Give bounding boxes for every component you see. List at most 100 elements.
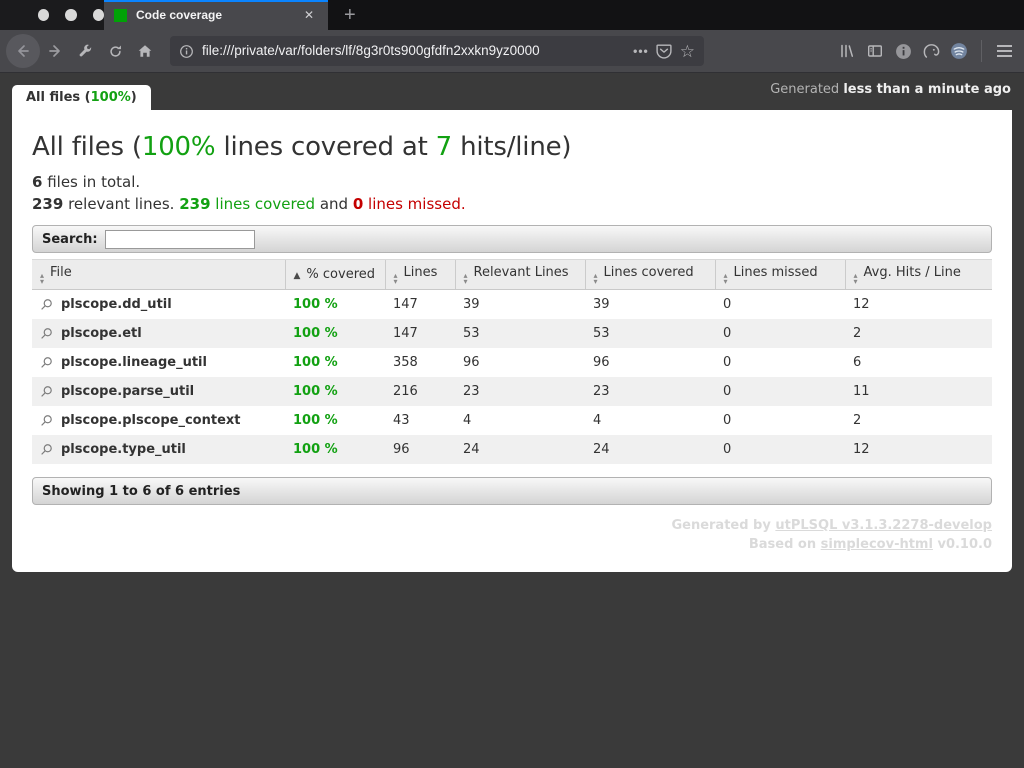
back-button[interactable] [6, 34, 40, 68]
col-header-relevant-lines[interactable]: ▴▾Relevant Lines [455, 260, 585, 290]
page-actions-icon[interactable]: ••• [633, 44, 649, 58]
lines-cell: 147 [385, 319, 455, 348]
traffic-light[interactable] [65, 9, 76, 21]
new-tab-button[interactable]: + [344, 5, 356, 25]
sort-icon: ▴▾ [594, 273, 598, 284]
magnifier-icon [40, 414, 53, 427]
bookmark-star-icon[interactable]: ☆ [680, 43, 695, 60]
col-header-lines-covered[interactable]: ▴▾Lines covered [585, 260, 715, 290]
sidebar-button[interactable] [861, 37, 889, 65]
summary-stats: 6 files in total. 239 relevant lines. 23… [32, 172, 992, 215]
avg-hits-cell: 2 [845, 319, 992, 348]
covered-pct-cell: 100 % [285, 319, 385, 348]
col-header-lines[interactable]: ▴▾Lines [385, 260, 455, 290]
lines-cell: 147 [385, 290, 455, 320]
col-header-lines-missed[interactable]: ▴▾Lines missed [715, 260, 845, 290]
relevant-lines-cell: 23 [455, 377, 585, 406]
browser-tab-active[interactable]: Code coverage ✕ [104, 0, 328, 30]
sort-icon: ▴▾ [724, 273, 728, 284]
showing-entries-bar: Showing 1 to 6 of 6 entries [32, 477, 992, 505]
lines-covered-cell: 24 [585, 435, 715, 464]
home-icon [137, 43, 153, 59]
traffic-light[interactable] [38, 9, 49, 21]
url-text: file:///private/var/folders/lf/8g3r0ts90… [202, 43, 540, 58]
search-input[interactable] [105, 230, 255, 249]
files-total-line: 6 files in total. [32, 172, 992, 194]
info-circle-icon [895, 43, 912, 60]
generated-timestamp: Generated less than a minute ago [770, 82, 1011, 97]
sort-asc-icon: ▲ [294, 271, 301, 281]
forward-arrow-icon [47, 43, 63, 59]
search-bar: Search: [32, 225, 992, 253]
page-title: All files (100% lines covered at 7 hits/… [32, 132, 992, 162]
reload-button[interactable] [100, 36, 130, 66]
traffic-light[interactable] [93, 9, 104, 21]
all-files-tab[interactable]: All files (100%) [12, 85, 151, 110]
avg-hits-cell: 11 [845, 377, 992, 406]
simplecov-link[interactable]: simplecov-html [821, 537, 933, 552]
magnifier-icon [40, 327, 53, 340]
showing-entries-text: Showing 1 to 6 of 6 entries [42, 484, 240, 499]
file-link: plscope.etl [40, 326, 277, 341]
wrench-icon [78, 44, 93, 59]
tools-button[interactable] [70, 36, 100, 66]
library-button[interactable] [833, 37, 861, 65]
lines-covered-cell: 53 [585, 319, 715, 348]
relevant-lines-cell: 96 [455, 348, 585, 377]
file-link: plscope.parse_util [40, 384, 277, 399]
site-info-icon[interactable] [179, 44, 194, 59]
reload-icon [108, 44, 123, 59]
sort-icon: ▴▾ [854, 273, 858, 284]
url-fade [584, 42, 626, 60]
covered-pct-cell: 100 % [285, 435, 385, 464]
table-row: plscope.lineage_util 100 % 358 96 96 0 6 [32, 348, 992, 377]
tab-close-icon[interactable]: ✕ [300, 6, 318, 24]
browser-window: Code coverage ✕ + file:///private/var/fo… [0, 0, 1024, 768]
report-card: All files (100% lines covered at 7 hits/… [12, 110, 1012, 572]
col-header-avg-hits[interactable]: ▴▾Avg. Hits / Line [845, 260, 992, 290]
covered-pct-cell: 100 % [285, 377, 385, 406]
covered-pct-cell: 100 % [285, 290, 385, 320]
forward-button[interactable] [40, 36, 70, 66]
magnifier-icon [40, 356, 53, 369]
based-on-line: Based on simplecov-html v0.10.0 [32, 535, 992, 554]
magnifier-icon [40, 298, 53, 311]
back-arrow-icon [15, 43, 31, 59]
pocket-icon[interactable] [656, 43, 672, 59]
extension-info-button[interactable] [889, 37, 917, 65]
url-bar[interactable]: file:///private/var/folders/lf/8g3r0ts90… [170, 36, 704, 66]
lines-missed-cell: 0 [715, 348, 845, 377]
striped-circle-icon [950, 42, 968, 60]
utplsql-link[interactable]: utPLSQL v3.1.3.2278-develop [775, 518, 992, 533]
lines-cell: 43 [385, 406, 455, 435]
relevant-lines-cell: 53 [455, 319, 585, 348]
search-label: Search: [42, 232, 98, 247]
relevant-lines-cell: 4 [455, 406, 585, 435]
lines-cell: 96 [385, 435, 455, 464]
file-link: plscope.lineage_util [40, 355, 277, 370]
lines-missed-cell: 0 [715, 377, 845, 406]
sort-icon: ▴▾ [464, 273, 468, 284]
menu-button[interactable] [990, 37, 1018, 65]
avg-hits-cell: 12 [845, 290, 992, 320]
extension-circle-button[interactable] [945, 37, 973, 65]
col-header-file[interactable]: ▴▾File [32, 260, 285, 290]
lines-covered-cell: 4 [585, 406, 715, 435]
toolbar-divider [981, 40, 982, 62]
extension-elephant-button[interactable] [917, 37, 945, 65]
avg-hits-cell: 12 [845, 435, 992, 464]
lines-missed-cell: 0 [715, 319, 845, 348]
tab-strip: Code coverage ✕ + [0, 0, 1024, 30]
col-header-percent-covered[interactable]: ▲% covered [285, 260, 385, 290]
hamburger-icon [997, 45, 1012, 57]
navigation-toolbar: file:///private/var/folders/lf/8g3r0ts90… [0, 30, 1024, 73]
file-link: plscope.plscope_context [40, 413, 277, 428]
generated-by-line: Generated by utPLSQL v3.1.3.2278-develop [32, 516, 992, 535]
lines-summary-line: 239 relevant lines. 239 lines covered an… [32, 194, 992, 216]
avg-hits-cell: 2 [845, 406, 992, 435]
sort-icon: ▴▾ [394, 273, 398, 284]
magnifier-icon [40, 443, 53, 456]
lines-covered-cell: 96 [585, 348, 715, 377]
relevant-lines-cell: 39 [455, 290, 585, 320]
home-button[interactable] [130, 36, 160, 66]
